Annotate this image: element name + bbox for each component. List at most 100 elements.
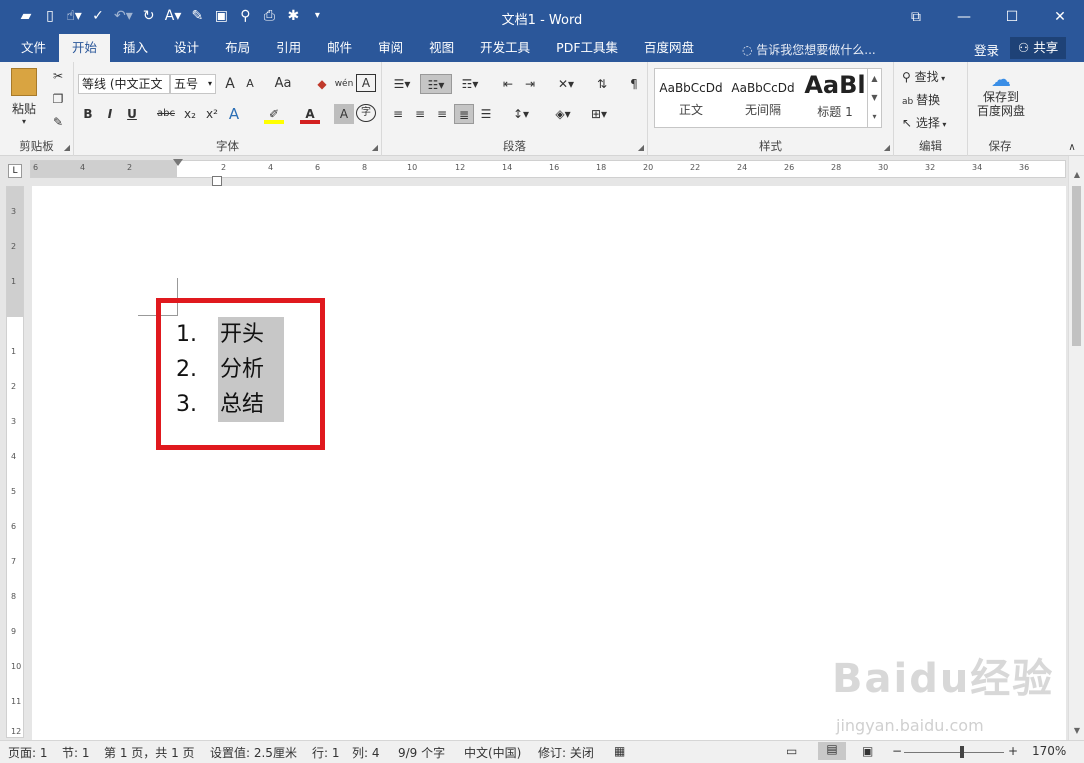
tab-home[interactable]: 开始 <box>59 34 111 62</box>
collapse-ribbon-icon[interactable]: ∧ <box>1062 138 1082 158</box>
font-size-select[interactable]: 五号 ▾ <box>170 74 216 94</box>
zoom-in-icon[interactable]: + <box>1008 744 1018 758</box>
horizontal-ruler[interactable]: 6 4 2 2 4 6 8 10 12 14 16 18 20 22 24 26… <box>30 159 1066 178</box>
char-shading-icon[interactable]: A <box>334 104 354 124</box>
scroll-up-icon[interactable]: ▲ <box>1069 170 1084 179</box>
superscript-button[interactable]: x² <box>202 104 222 124</box>
status-setting[interactable]: 设置值: 2.5厘米 <box>210 744 297 761</box>
undo-icon[interactable]: ↶▾ <box>114 6 133 26</box>
highlight-icon[interactable]: ✐ <box>264 104 284 124</box>
borders-icon[interactable]: ⊞▾ <box>584 104 614 124</box>
vertical-ruler[interactable]: 3 2 1 1 2 3 4 5 6 7 8 9 10 11 12 <box>6 186 24 738</box>
tab-developer[interactable]: 开发工具 <box>467 34 543 62</box>
style-heading-1[interactable]: AaBl 标题 1 <box>799 69 871 127</box>
scroll-down-icon[interactable]: ▼ <box>1069 726 1084 735</box>
align-center-icon[interactable]: ≡ <box>410 104 430 124</box>
launcher-icon[interactable]: ◢ <box>884 143 890 152</box>
decrease-indent-icon[interactable]: ⇤ <box>498 74 518 94</box>
status-word-count[interactable]: 9/9 个字 <box>398 744 445 761</box>
insert-icon[interactable]: ✎ <box>189 6 205 26</box>
tab-review[interactable]: 审阅 <box>365 34 416 62</box>
text-effects-icon[interactable]: A <box>224 104 244 124</box>
list-item[interactable]: 3. 总结 <box>176 387 285 422</box>
styles-scroll[interactable]: ▲ ▼ ▾ <box>867 69 881 127</box>
char-border-icon[interactable]: A <box>356 74 376 92</box>
chevron-up-icon[interactable]: ▲ <box>868 69 881 88</box>
shrink-font-icon[interactable]: A <box>240 74 260 94</box>
save-icon[interactable]: ▣ <box>213 6 229 26</box>
vertical-scrollbar[interactable]: ▲ ▼ <box>1068 156 1084 740</box>
show-marks-icon[interactable]: ¶ <box>624 74 644 94</box>
line-spacing-icon[interactable]: ↕▾ <box>506 104 536 124</box>
chevron-down-icon[interactable]: ▼ <box>868 88 881 107</box>
tab-view[interactable]: 视图 <box>416 34 467 62</box>
tab-baidu-netdisk[interactable]: 百度网盘 <box>631 34 707 62</box>
find-icon[interactable]: ⚲ <box>237 6 253 26</box>
change-case-icon[interactable]: Aa <box>270 74 296 94</box>
tab-design[interactable]: 设计 <box>161 34 212 62</box>
tab-layout[interactable]: 布局 <box>212 34 263 62</box>
justify-icon[interactable]: ≣ <box>454 104 474 124</box>
grow-font-icon[interactable]: A <box>220 74 240 94</box>
format-painter-icon[interactable]: ✎ <box>48 112 68 132</box>
find-button[interactable]: ⚲ 查找 ▾ <box>902 68 945 85</box>
zoom-slider[interactable] <box>904 752 1004 753</box>
underline-button[interactable]: U <box>122 104 142 124</box>
zoom-out-icon[interactable]: − <box>892 744 902 758</box>
status-line[interactable]: 行: 1 <box>312 744 340 761</box>
tab-selector[interactable]: L <box>8 164 22 178</box>
status-section[interactable]: 节: 1 <box>62 744 90 761</box>
launcher-icon[interactable]: ◢ <box>372 143 378 152</box>
style-no-spacing[interactable]: AaBbCcDd 无间隔 <box>727 69 799 127</box>
chinese-layout-icon[interactable]: ✕▾ <box>552 74 580 94</box>
indent-marker[interactable] <box>173 159 183 166</box>
style-normal[interactable]: AaBbCcDd 正文 <box>655 69 727 127</box>
new-icon[interactable]: ▯ <box>42 6 58 26</box>
paste-button[interactable]: 粘贴 ▾ <box>6 66 42 130</box>
select-button[interactable]: ↖ 选择 ▾ <box>902 114 946 131</box>
italic-button[interactable]: I <box>100 104 120 124</box>
multilevel-list-icon[interactable]: ☶▾ <box>456 74 484 94</box>
print-layout-icon[interactable]: ▤ <box>818 742 846 760</box>
status-language[interactable]: 中文(中国) <box>464 744 521 761</box>
login-link[interactable]: 登录 <box>974 40 999 59</box>
align-left-icon[interactable]: ≡ <box>388 104 408 124</box>
tell-me-search[interactable]: ◌ 告诉我您想要做什么... <box>742 41 876 58</box>
zoom-level[interactable]: 170% <box>1032 744 1066 758</box>
tab-pdf-tools[interactable]: PDF工具集 <box>543 34 631 62</box>
touch-icon[interactable]: ☝▾ <box>66 6 82 26</box>
list-item[interactable]: 2. 分析 <box>176 352 285 387</box>
status-page-of[interactable]: 第 1 页，共 1 页 <box>104 744 195 761</box>
clear-format-icon[interactable]: ◆ <box>312 74 332 94</box>
status-column[interactable]: 列: 4 <box>352 744 380 761</box>
replace-button[interactable]: ab 替换 <box>902 91 940 108</box>
cut-icon[interactable]: ✂ <box>48 66 68 86</box>
shading-icon[interactable]: ◈▾ <box>548 104 578 124</box>
sort-icon[interactable]: ⇅ <box>592 74 612 94</box>
more-icon[interactable]: ▾ <box>868 107 881 126</box>
list-item[interactable]: 1. 开头 <box>176 317 285 352</box>
ribbon-display-icon[interactable]: ⧉ <box>892 0 940 34</box>
tab-references[interactable]: 引用 <box>263 34 314 62</box>
maximize-icon[interactable]: ☐ <box>988 0 1036 34</box>
enclose-char-icon[interactable]: 字 <box>356 104 376 122</box>
save-to-baidu-button[interactable]: ☁ 保存到 百度网盘 <box>972 68 1030 118</box>
bullets-icon[interactable]: ☰▾ <box>388 74 416 94</box>
distributed-icon[interactable]: ☰ <box>476 104 496 124</box>
numbering-icon[interactable]: ☷▾ <box>420 74 452 94</box>
spelling-icon[interactable]: ✓ <box>90 6 106 26</box>
addon-icon[interactable]: ✱ <box>285 6 301 26</box>
phonetic-guide-icon[interactable]: wén <box>334 74 354 94</box>
status-page[interactable]: 页面: 1 <box>8 744 48 761</box>
subscript-button[interactable]: x₂ <box>180 104 200 124</box>
share-button[interactable]: ⚇ 共享 <box>1010 37 1067 59</box>
scroll-thumb[interactable] <box>1072 186 1081 346</box>
launcher-icon[interactable]: ◢ <box>64 143 70 152</box>
tab-mailings[interactable]: 邮件 <box>314 34 365 62</box>
customize-icon[interactable]: ▾ <box>309 6 325 26</box>
hanging-indent-marker[interactable] <box>212 176 222 186</box>
font-color-icon[interactable]: A <box>300 104 320 124</box>
copy-icon[interactable]: ❐ <box>48 89 68 109</box>
tab-file[interactable]: 文件 <box>8 34 59 62</box>
redo-icon[interactable]: ↻ <box>141 6 157 26</box>
